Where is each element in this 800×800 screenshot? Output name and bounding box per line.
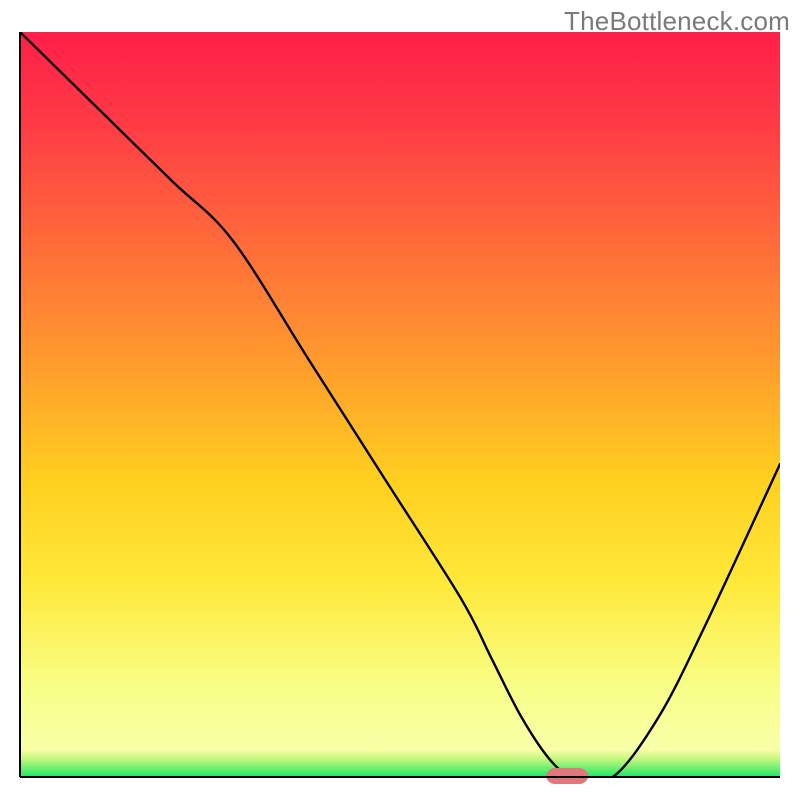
bottleneck-chart [0,0,800,800]
watermark-text: TheBottleneck.com [564,6,790,37]
chart-container: TheBottleneck.com [0,0,800,800]
